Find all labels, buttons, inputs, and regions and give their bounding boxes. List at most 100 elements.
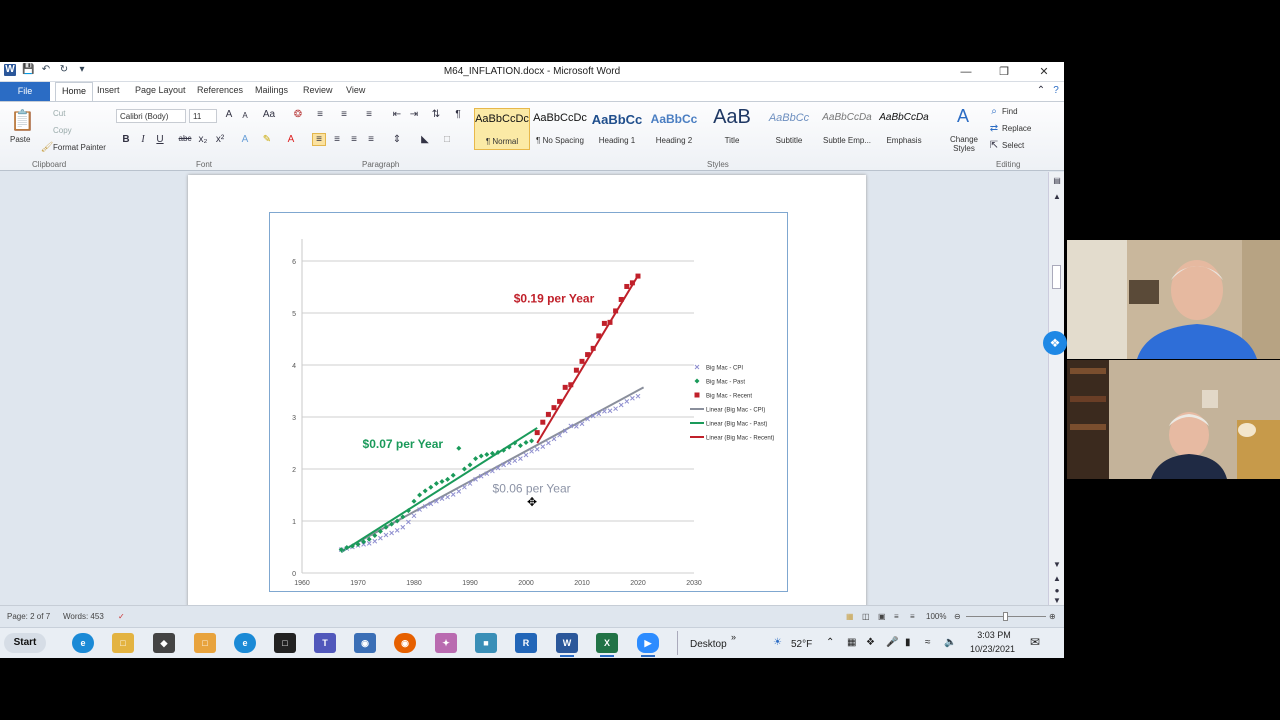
browser-icon[interactable]: e [234, 633, 256, 653]
clear-formatting-icon[interactable]: ❂ [291, 109, 305, 120]
style-heading-2[interactable]: AaBbCc Heading 2 [646, 108, 702, 150]
teams-icon[interactable]: T [314, 633, 336, 653]
scroll-up-icon[interactable]: ▲ [1050, 192, 1064, 201]
grow-font-icon[interactable]: A [222, 109, 236, 120]
change-case-icon[interactable]: Aa [262, 109, 276, 120]
font-name-select[interactable]: Calibri (Body) [116, 109, 186, 123]
show-formatting-icon[interactable]: ¶ [451, 109, 465, 120]
app-icon[interactable]: ◆ [153, 633, 175, 653]
style-heading-1[interactable]: AaBbCc Heading 1 [589, 108, 645, 150]
dropbox-tray-icon[interactable]: ❖ [866, 637, 875, 648]
restore-button[interactable]: ❐ [996, 64, 1012, 80]
excel-taskbar-icon[interactable]: X [596, 633, 618, 657]
cut-button[interactable]: Cut [53, 109, 65, 118]
word-count[interactable]: Words: 453 [63, 612, 104, 621]
decrease-indent-icon[interactable]: ⇤ [390, 109, 404, 120]
database-icon[interactable]: ◉ [354, 633, 376, 653]
style-subtitle[interactable]: AaBbCc Subtitle [761, 108, 817, 150]
tray-app-icon[interactable]: ▦ [847, 637, 856, 648]
multilevel-list-icon[interactable]: ≡ [362, 109, 376, 120]
align-right-icon[interactable]: ≡ [347, 134, 361, 145]
find-button[interactable]: Find [1002, 107, 1018, 116]
notifications-icon[interactable]: ✉ [1030, 635, 1040, 649]
scrollbar-thumb[interactable] [1052, 265, 1061, 289]
justify-icon[interactable]: ≡ [364, 134, 378, 145]
paste-icon[interactable]: 📋 [10, 108, 35, 133]
strikethrough-icon[interactable]: abc [178, 134, 192, 143]
full-screen-reading-icon[interactable]: ◫ [862, 612, 870, 621]
tray-overflow-icon[interactable]: ⌃ [826, 637, 834, 648]
toolbar-expand-icon[interactable]: » [731, 632, 736, 642]
zoom-level[interactable]: 100% [926, 612, 946, 621]
r-icon[interactable]: R [515, 633, 537, 653]
select-button[interactable]: Select [1002, 141, 1024, 150]
outline-icon[interactable]: ≡ [894, 612, 899, 621]
sort-icon[interactable]: ⇅ [429, 109, 443, 120]
dropbox-float-icon[interactable]: ❖ [1043, 331, 1067, 355]
zoom-taskbar-icon[interactable]: ▶ [637, 633, 659, 657]
vertical-scrollbar[interactable]: ▤ ▲ ▼ ▲ ● ▼ [1048, 172, 1064, 605]
change-styles-button[interactable]: Change Styles [949, 135, 979, 153]
ribbon-collapse-icon[interactable]: ⌃ [1034, 85, 1048, 96]
style-subtle-emphasis[interactable]: AaBbCcDa Subtle Emp... [819, 108, 875, 150]
close-button[interactable]: ✕ [1036, 64, 1052, 80]
edge-icon[interactable]: e [72, 633, 94, 653]
change-styles-icon[interactable]: A [953, 106, 973, 127]
tab-mailings[interactable]: Mailings [255, 85, 288, 95]
desktop-toolbar[interactable]: Desktop [690, 639, 727, 650]
browse-object-icon[interactable]: ● [1050, 586, 1064, 595]
shrink-font-icon[interactable]: A [238, 111, 252, 120]
tab-page-layout[interactable]: Page Layout [135, 85, 186, 95]
tab-home[interactable]: Home [55, 82, 94, 101]
font-size-select[interactable]: 11 [189, 109, 217, 123]
style-title[interactable]: AaB Title [704, 106, 760, 150]
wifi-icon[interactable]: ≈ [925, 637, 931, 648]
style-normal[interactable]: AaBbCcDc ¶ Normal [474, 108, 530, 150]
help-icon[interactable]: ? [1049, 85, 1063, 96]
start-button[interactable]: Start [4, 633, 46, 653]
print-layout-icon[interactable]: ▦ [846, 612, 854, 621]
file-explorer-icon[interactable]: □ [112, 633, 134, 653]
tab-review[interactable]: Review [303, 85, 333, 95]
app-window-icon[interactable]: ■ [475, 633, 497, 653]
highlight-icon[interactable]: ✎ [260, 134, 274, 145]
text-effects-icon[interactable]: A [238, 134, 252, 145]
chart[interactable]: 0 1 2 3 4 5 6 1960 1970 1980 1990 2000 2010 2020 2030 $… [269, 212, 788, 592]
tab-references[interactable]: References [197, 85, 243, 95]
zoom-slider-thumb[interactable] [1003, 612, 1008, 621]
borders-icon[interactable]: □ [440, 134, 454, 145]
underline-icon[interactable]: U [153, 134, 167, 145]
tab-view[interactable]: View [346, 85, 365, 95]
numbering-icon[interactable]: ≡ [337, 109, 351, 120]
paste-label[interactable]: Paste [10, 135, 30, 144]
document-page[interactable]: 0 1 2 3 4 5 6 1960 1970 1980 1990 2000 2010 2020 2030 $… [188, 175, 866, 615]
style-no-spacing[interactable]: AaBbCcDc ¶ No Spacing [532, 108, 588, 150]
zoom-out-icon[interactable]: ⊖ [954, 612, 961, 621]
microphone-icon[interactable]: 🎤 [886, 637, 898, 648]
zoom-in-icon[interactable]: ⊕ [1049, 612, 1056, 621]
align-left-icon[interactable]: ≡ [312, 133, 326, 146]
ruler-toggle-icon[interactable]: ▤ [1050, 176, 1064, 185]
battery-icon[interactable]: ▮ [905, 637, 911, 648]
minimize-button[interactable]: — [958, 64, 974, 80]
next-page-icon[interactable]: ▼ [1050, 596, 1064, 605]
proofing-icon[interactable]: ✓ [118, 612, 125, 621]
subscript-icon[interactable]: x₂ [196, 134, 210, 145]
temperature[interactable]: 52°F [791, 639, 812, 650]
align-center-icon[interactable]: ≡ [330, 134, 344, 145]
increase-indent-icon[interactable]: ⇥ [407, 109, 421, 120]
copy-button[interactable]: Copy [53, 126, 72, 135]
replace-button[interactable]: Replace [1002, 124, 1031, 133]
web-layout-icon[interactable]: ▣ [878, 612, 886, 621]
bold-icon[interactable]: B [119, 134, 133, 145]
tab-insert[interactable]: Insert [97, 85, 120, 95]
draft-icon[interactable]: ≡ [910, 612, 915, 621]
terminal-icon[interactable]: □ [274, 633, 296, 653]
font-color-icon[interactable]: A [284, 134, 298, 145]
superscript-icon[interactable]: x² [213, 134, 227, 145]
word-taskbar-icon[interactable]: W [556, 633, 578, 657]
scroll-down-icon[interactable]: ▼ [1050, 560, 1064, 569]
clock-time[interactable]: 3:03 PM [968, 630, 1020, 640]
volume-icon[interactable]: 🔈 [944, 637, 956, 648]
clock-date[interactable]: 10/23/2021 [965, 644, 1020, 654]
